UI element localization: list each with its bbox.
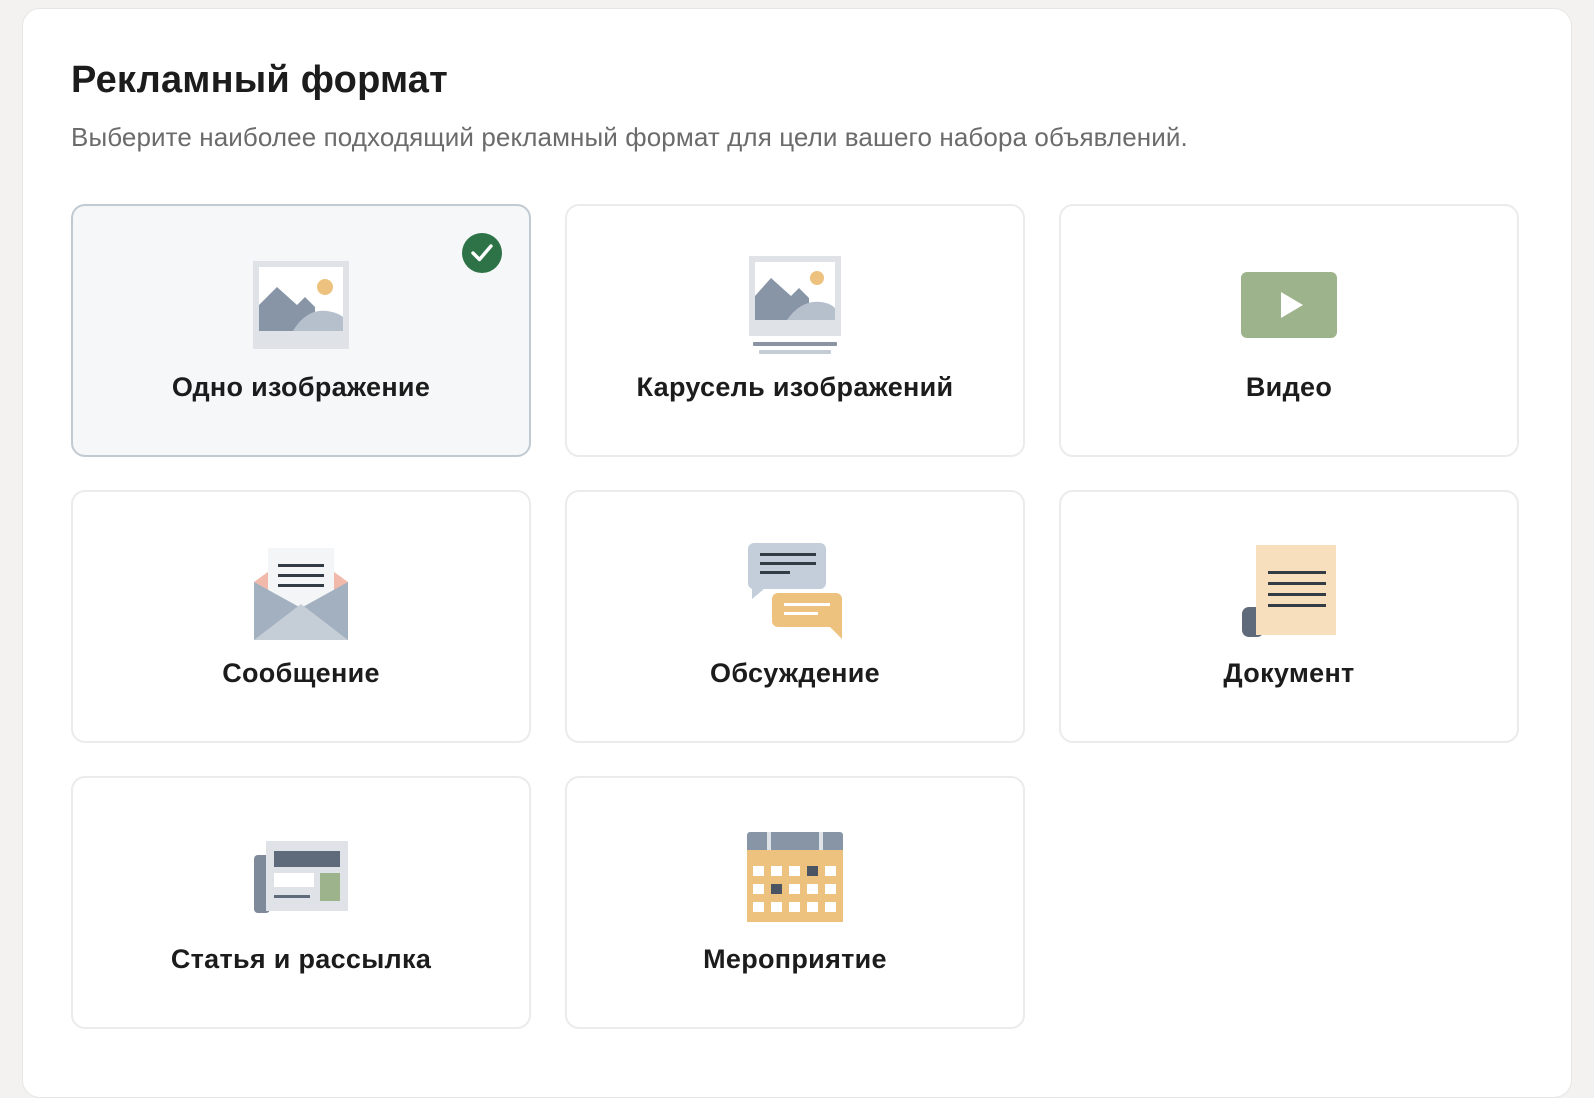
single-image-icon bbox=[246, 250, 356, 360]
ad-format-panel: Рекламный формат Выберите наиболее подхо… bbox=[22, 8, 1572, 1098]
check-icon bbox=[462, 233, 502, 273]
format-label: Обсуждение bbox=[710, 658, 880, 688]
format-card-article[interactable]: Статья и рассылка bbox=[71, 776, 531, 1029]
format-label: Видео bbox=[1245, 372, 1333, 402]
document-scroll-icon bbox=[1234, 536, 1344, 646]
newspaper-icon bbox=[246, 822, 356, 932]
format-label: Карусель изображений bbox=[636, 372, 954, 402]
page-subtitle: Выберите наиболее подходящий рекламный ф… bbox=[71, 122, 1188, 152]
format-card-video[interactable]: Видео bbox=[1059, 204, 1519, 457]
format-card-discussion[interactable]: Обсуждение bbox=[565, 490, 1025, 743]
chat-bubbles-icon bbox=[740, 536, 850, 646]
format-card-single-image[interactable]: Одно изображение bbox=[71, 204, 531, 457]
calendar-icon bbox=[740, 822, 850, 932]
format-grid: Одно изображение Карусель изображений Ви… bbox=[71, 204, 1519, 1029]
format-label: Мероприятие bbox=[703, 944, 887, 974]
format-label: Документ bbox=[1223, 658, 1355, 688]
format-label: Одно изображение bbox=[171, 372, 431, 402]
video-icon bbox=[1234, 250, 1344, 360]
format-card-carousel[interactable]: Карусель изображений bbox=[565, 204, 1025, 457]
format-label: Сообщение bbox=[222, 658, 380, 688]
format-card-event[interactable]: Мероприятие bbox=[565, 776, 1025, 1029]
format-card-document[interactable]: Документ bbox=[1059, 490, 1519, 743]
format-label: Статья и рассылка bbox=[170, 944, 432, 974]
format-card-message[interactable]: Сообщение bbox=[71, 490, 531, 743]
carousel-icon bbox=[740, 250, 850, 360]
envelope-icon bbox=[246, 536, 356, 646]
page-title: Рекламный формат bbox=[71, 59, 448, 101]
